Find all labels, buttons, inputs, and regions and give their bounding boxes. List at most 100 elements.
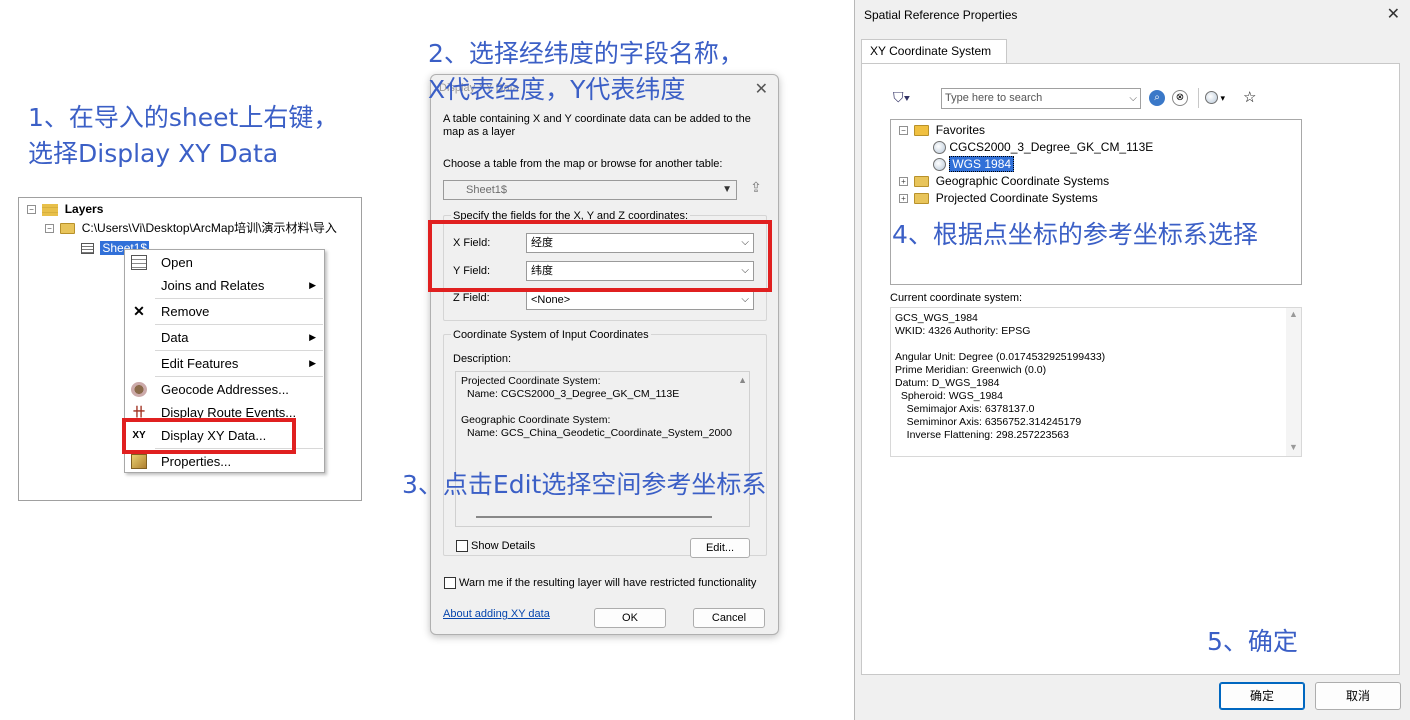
folder-icon bbox=[914, 193, 930, 205]
dialog-title: Spatial Reference Properties bbox=[864, 8, 1018, 22]
globe-icon bbox=[933, 141, 946, 155]
collapse-icon[interactable]: − bbox=[45, 224, 54, 234]
warn-checkbox[interactable] bbox=[444, 577, 456, 589]
menu-item-remove[interactable]: ✕ Remove bbox=[125, 300, 324, 323]
menu-item-data[interactable]: Data ▶ bbox=[125, 326, 324, 349]
z-field-select[interactable]: <None> ⌵ bbox=[526, 290, 754, 310]
clear-search-icon[interactable]: ⊗ bbox=[1172, 90, 1188, 106]
geographic-label: Geographic Coordinate Systems bbox=[935, 174, 1110, 188]
cs-line: WKID: 4326 Authority: EPSG bbox=[895, 325, 1031, 337]
step2-line1: 2、选择经纬度的字段名称， bbox=[428, 39, 744, 68]
add-favorite-icon[interactable]: ☆ bbox=[1243, 88, 1256, 106]
menu-item-joins-and-relates[interactable]: Joins and Relates ▶ bbox=[125, 274, 324, 297]
menu-item-geocode-addresses[interactable]: Geocode Addresses... bbox=[125, 378, 324, 401]
menu-item-open[interactable]: Open bbox=[125, 251, 324, 274]
scroll-up-icon[interactable]: ▲ bbox=[738, 374, 747, 387]
highlight-xy-fields bbox=[428, 220, 772, 292]
desc-projected-title: Projected Coordinate System: bbox=[461, 375, 601, 387]
desc-geographic-title: Geographic Coordinate System: bbox=[461, 414, 611, 426]
scroll-up-icon[interactable]: ▲ bbox=[1286, 308, 1301, 321]
show-details-label: Show Details bbox=[471, 540, 536, 552]
cs-line: Spheroid: WGS_1984 bbox=[895, 390, 1003, 402]
filter-icon[interactable]: ⛉▾ bbox=[893, 89, 910, 106]
display-xy-dialog: Display XY Data ✕ A table containing X a… bbox=[430, 74, 779, 635]
tab-xy-coordinate-system[interactable]: XY Coordinate System bbox=[861, 39, 1007, 64]
show-details-checkbox[interactable] bbox=[456, 540, 468, 552]
horizontal-scrollbar[interactable] bbox=[476, 516, 712, 518]
cs-line: Semiminor Axis: 6356752.314245179 bbox=[895, 416, 1082, 428]
desc-geographic-name: Name: GCS_China_Geodetic_Coordinate_Syst… bbox=[467, 427, 732, 439]
cs-line: Inverse Flattening: 298.257223563 bbox=[895, 429, 1069, 441]
scroll-down-icon[interactable]: ▼ bbox=[1286, 441, 1301, 454]
workspace-path: C:\Users\Vi\Desktop\ArcMap培训\演示材料\导入 bbox=[81, 221, 337, 235]
collapse-icon[interactable]: − bbox=[27, 205, 36, 215]
menu-separator bbox=[155, 298, 323, 299]
favorites-folder-icon bbox=[914, 125, 930, 137]
menu-item-edit-features[interactable]: Edit Features ▶ bbox=[125, 352, 324, 375]
tree-item-wgs1984[interactable]: WGS 1984 bbox=[933, 156, 1015, 173]
favorites-label: Favorites bbox=[935, 123, 986, 137]
close-x-icon: ✕ bbox=[133, 303, 145, 319]
search-input[interactable]: Type here to search ⌵ bbox=[941, 88, 1141, 109]
layers-row[interactable]: − Layers bbox=[27, 201, 103, 218]
submenu-arrow-icon: ▶ bbox=[309, 332, 316, 342]
current-cs-box: GCS_WGS_1984 WKID: 4326 Authority: EPSG … bbox=[890, 307, 1302, 457]
step3-label: 3、点击Edit选择空间参考坐标系 bbox=[402, 470, 767, 499]
desc-projected-name: Name: CGCS2000_3_Degree_GK_CM_113E bbox=[467, 388, 680, 400]
step1-line2: 选择Display XY Data bbox=[28, 139, 279, 168]
search-placeholder: Type here to search bbox=[945, 92, 1043, 104]
menu-separator bbox=[155, 324, 323, 325]
cancel-button[interactable]: Cancel bbox=[693, 608, 765, 628]
description-box: Projected Coordinate System: Name: CGCS2… bbox=[455, 371, 750, 527]
search-icon[interactable]: ⌕ bbox=[1149, 90, 1165, 106]
step2-line2: X代表经度，Y代表纬度 bbox=[428, 75, 686, 104]
close-icon[interactable]: ✕ bbox=[1387, 4, 1400, 24]
table-select-value: Sheet1$ bbox=[466, 184, 507, 196]
layers-label: Layers bbox=[64, 202, 104, 216]
highlight-display-xy bbox=[122, 418, 296, 454]
cs-line: Datum: D_WGS_1984 bbox=[895, 377, 1000, 389]
warn-label: Warn me if the resulting layer will have… bbox=[459, 577, 757, 589]
collapse-icon[interactable]: − bbox=[899, 126, 908, 136]
table-select[interactable]: Sheet1$ ▼ bbox=[443, 180, 737, 200]
choose-table-label: Choose a table from the map or browse fo… bbox=[443, 158, 723, 170]
submenu-arrow-icon: ▶ bbox=[309, 280, 316, 290]
workspace-row[interactable]: − C:\Users\Vi\Desktop\ArcMap培训\演示材料\导入 bbox=[45, 220, 337, 237]
tree-item-cgcs2000[interactable]: CGCS2000_3_Degree_GK_CM_113E bbox=[933, 139, 1153, 156]
coord-group-label: Coordinate System of Input Coordinates bbox=[451, 329, 651, 341]
ok-button[interactable]: OK bbox=[594, 608, 666, 628]
expand-icon[interactable]: + bbox=[899, 194, 908, 204]
dialog-intro: A table containing X and Y coordinate da… bbox=[443, 113, 751, 138]
toolbar-divider bbox=[1198, 88, 1199, 108]
cs-line: Prime Meridian: Greenwich (0.0) bbox=[895, 364, 1047, 376]
tree-geographic[interactable]: + Geographic Coordinate Systems bbox=[899, 173, 1109, 190]
menu-separator bbox=[155, 376, 323, 377]
browse-folder-icon[interactable]: ⇪ bbox=[746, 179, 766, 199]
step1-line1: 1、在导入的sheet上右键， bbox=[28, 103, 339, 132]
z-field-value: <None> bbox=[531, 294, 571, 306]
table-icon bbox=[81, 243, 94, 255]
coordinate-system-tree: − Favorites CGCS2000_3_Degree_GK_CM_113E… bbox=[890, 119, 1302, 285]
submenu-arrow-icon: ▶ bbox=[309, 358, 316, 368]
vertical-scrollbar[interactable]: ▲ ▼ bbox=[1286, 308, 1301, 456]
cgcs2000-label: CGCS2000_3_Degree_GK_CM_113E bbox=[949, 140, 1154, 154]
confirm-button[interactable]: 确定 bbox=[1219, 682, 1305, 710]
description-label: Description: bbox=[453, 353, 512, 365]
about-xy-link[interactable]: About adding XY data bbox=[443, 608, 550, 620]
add-coordinate-system-icon[interactable]: ▾ bbox=[1205, 90, 1225, 105]
expand-icon[interactable]: + bbox=[899, 177, 908, 187]
close-icon[interactable]: ✕ bbox=[755, 79, 768, 99]
cs-line: Semimajor Axis: 6378137.0 bbox=[895, 403, 1035, 415]
cs-line bbox=[895, 338, 1297, 351]
edit-button[interactable]: Edit... bbox=[690, 538, 750, 558]
tree-projected[interactable]: + Projected Coordinate Systems bbox=[899, 190, 1098, 207]
cs-line: Angular Unit: Degree (0.0174532925199433… bbox=[895, 351, 1106, 363]
chevron-down-icon: ⌵ bbox=[1129, 93, 1137, 104]
step5-label: 5、确定 bbox=[1207, 627, 1298, 656]
current-cs-label: Current coordinate system: bbox=[890, 292, 1023, 304]
properties-icon bbox=[131, 454, 147, 469]
tree-favorites[interactable]: − Favorites bbox=[899, 122, 985, 139]
cancel-button[interactable]: 取消 bbox=[1315, 682, 1401, 710]
wgs1984-label: WGS 1984 bbox=[949, 156, 1015, 172]
layers-icon bbox=[42, 203, 59, 216]
